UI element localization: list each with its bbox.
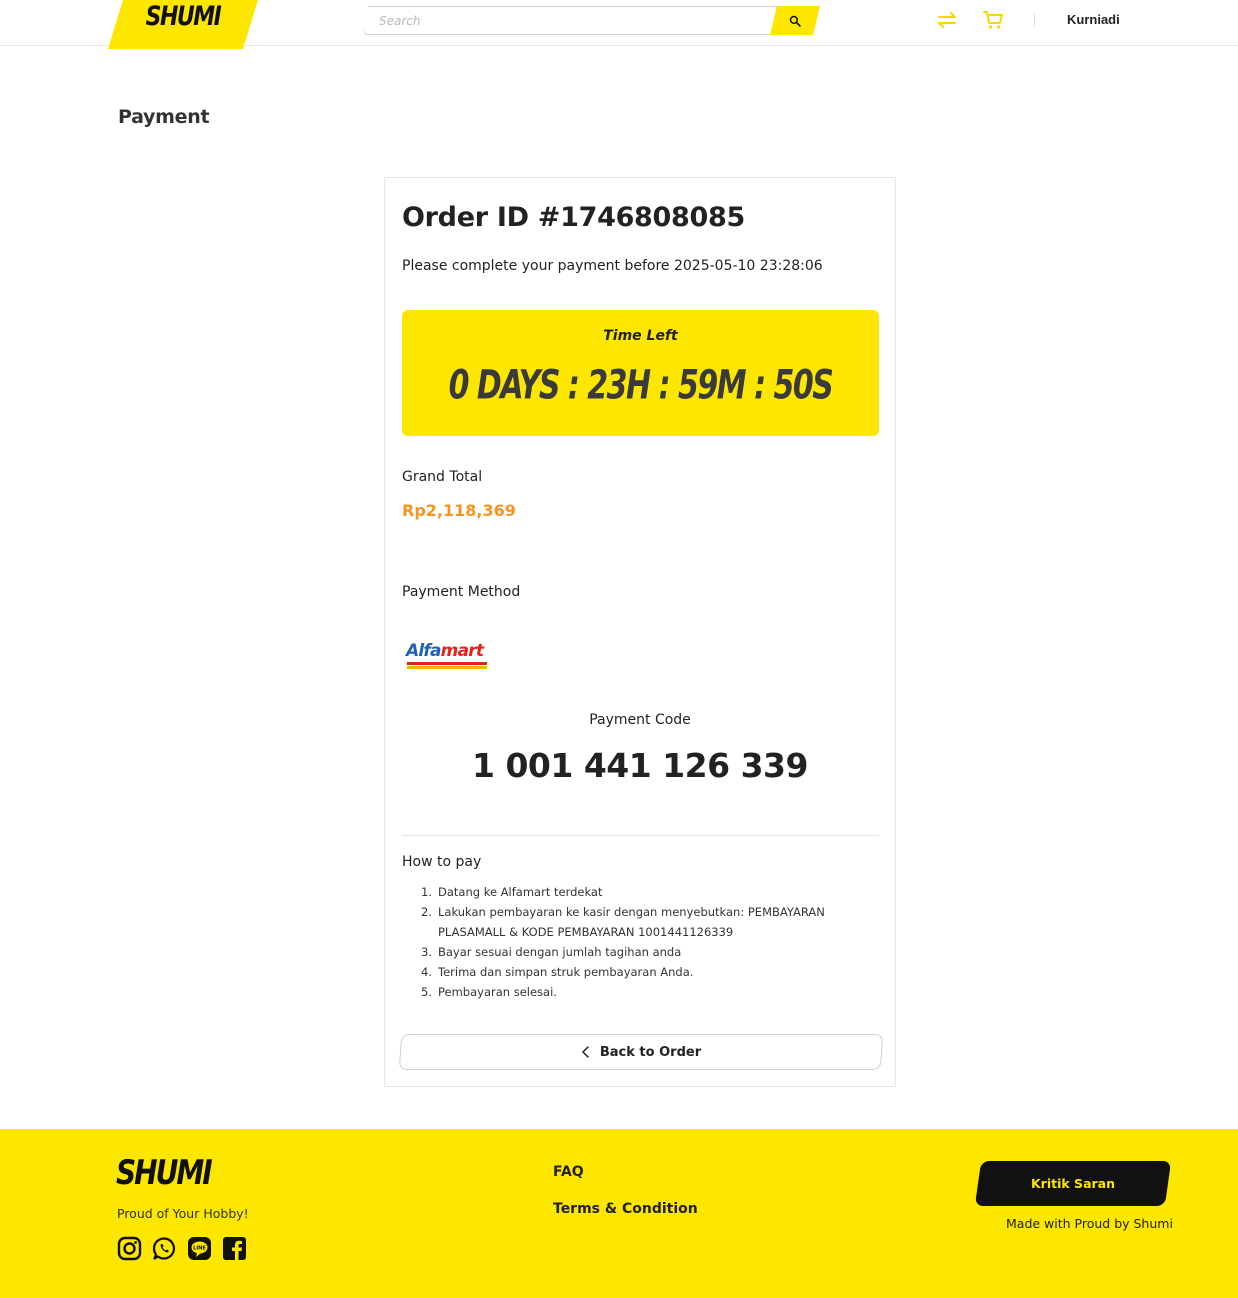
top-navbar: SHUMI Kurniadi — [0, 0, 1238, 49]
svg-text:LINE: LINE — [193, 1246, 206, 1252]
back-to-order-button[interactable]: Back to Order — [398, 1034, 884, 1070]
list-item: 2. Lakukan pembayaran ke kasir dengan men… — [421, 905, 825, 939]
feedback-button-label: Kritik Saran — [1031, 1176, 1115, 1191]
how-to-pay-label: How to pay — [402, 854, 482, 870]
search-bar — [364, 6, 820, 35]
list-item: 3. Bayar sesuai dengan jumlah tagihan and… — [421, 945, 682, 959]
payment-code-value: 1 001 441 126 339 — [472, 746, 808, 785]
search-input[interactable] — [364, 6, 784, 35]
list-item: 1. Datang ke Alfamart terdekat — [421, 885, 603, 899]
compare-icon[interactable] — [936, 10, 958, 30]
alfamart-logo-stripe-red — [407, 662, 487, 665]
footer-logo[interactable]: SHUMI — [116, 1153, 213, 1193]
feedback-button[interactable]: Kritik Saran — [974, 1161, 1172, 1206]
social-links: LINE — [117, 1236, 247, 1261]
user-menu[interactable]: Kurniadi — [1067, 12, 1120, 27]
payment-code-label: Payment Code — [589, 712, 691, 728]
countdown-timer: Time Left 0 DAYS : 23H : 59M : 50S — [402, 310, 879, 436]
grand-total-label: Grand Total — [402, 469, 483, 485]
back-button-content: Back to Order — [400, 1034, 882, 1070]
line-icon[interactable]: LINE — [187, 1236, 212, 1261]
back-button-label: Back to Order — [599, 1044, 702, 1060]
facebook-icon[interactable] — [222, 1236, 247, 1261]
footer: SHUMI Proud of Your Hobby! LINE FAQ Term… — [0, 1129, 1238, 1298]
page-title: Payment — [118, 106, 210, 128]
brand-logo-text: SHUMI — [145, 2, 222, 32]
alfamart-logo-text: Alfamart — [406, 641, 484, 661]
alfamart-logo-stripe-yellow — [407, 666, 487, 669]
payment-method-label: Payment Method — [402, 584, 521, 600]
whatsapp-icon[interactable] — [152, 1236, 177, 1261]
order-id: Order ID #1746808085 — [402, 202, 745, 233]
header-divider — [1034, 14, 1035, 26]
timer-label: Time Left — [603, 328, 678, 344]
timer-value: 0 DAYS : 23H : 59M : 50S — [448, 362, 834, 410]
footer-credit: Made with Proud by Shumi — [1006, 1216, 1173, 1231]
footer-link-terms[interactable]: Terms & Condition — [553, 1201, 698, 1217]
cart-icon[interactable] — [982, 10, 1004, 30]
how-to-pay-steps: 1. Datang ke Alfamart terdekat 2. Lakukan … — [421, 882, 851, 1002]
alfamart-logo: Alfamart — [406, 641, 490, 671]
list-item: 5. Pembayaran selesai. — [421, 985, 557, 999]
brand-logo[interactable]: SHUMI — [108, 0, 258, 49]
list-item: 4. Terima dan simpan struk pembayaran And… — [421, 965, 694, 979]
footer-tagline: Proud of Your Hobby! — [117, 1206, 249, 1221]
search-button[interactable] — [770, 6, 820, 35]
search-icon — [789, 15, 801, 27]
section-divider — [402, 835, 879, 836]
payment-deadline: Please complete your payment before 2025… — [402, 258, 823, 274]
chevron-left-icon — [582, 1046, 589, 1058]
grand-total-value: Rp2,118,369 — [402, 501, 516, 520]
footer-link-faq[interactable]: FAQ — [553, 1164, 584, 1180]
payment-card: Order ID #1746808085 Please complete you… — [384, 177, 896, 1087]
instagram-icon[interactable] — [117, 1236, 142, 1261]
